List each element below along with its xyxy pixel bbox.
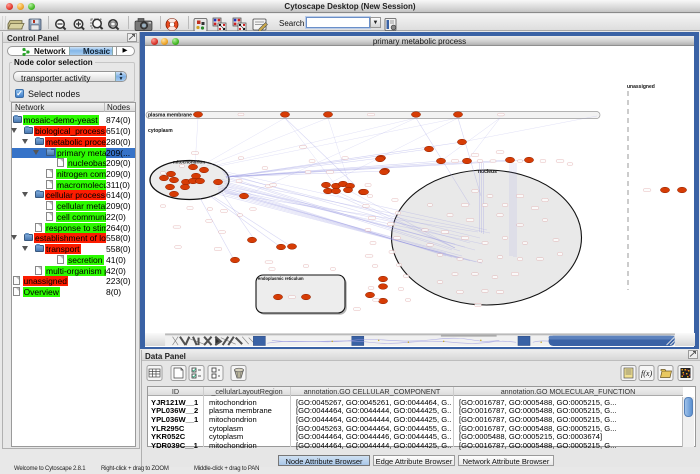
svg-text:cytoplasm: cytoplasm: [148, 128, 173, 134]
svg-text:nucleus: nucleus: [478, 169, 497, 175]
svg-text:mitochondrion: mitochondrion: [173, 160, 205, 165]
svg-text:f(x): f(x): [641, 369, 652, 378]
svg-text:plasma membrane: plasma membrane: [148, 113, 192, 119]
svg-text:unassigned: unassigned: [627, 84, 655, 90]
svg-text:endoplasmic reticulum: endoplasmic reticulum: [258, 276, 304, 281]
